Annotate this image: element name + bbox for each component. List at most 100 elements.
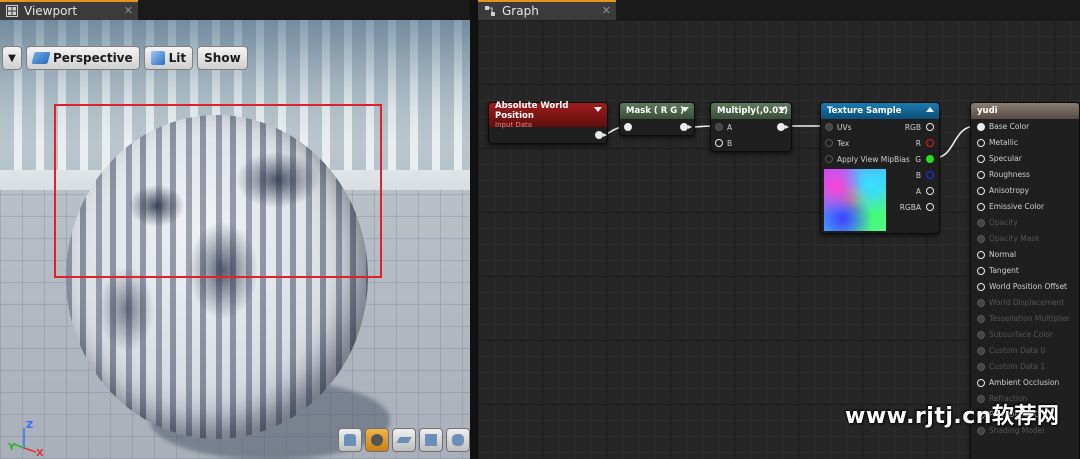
collapse-arrow-icon[interactable] xyxy=(778,107,786,112)
node-header: Texture Sample xyxy=(821,103,939,119)
node-mask[interactable]: Mask ( R G ) xyxy=(619,102,695,136)
result-input-pin[interactable] xyxy=(977,251,985,259)
result-input-pin[interactable] xyxy=(977,331,985,339)
lit-button[interactable]: Lit xyxy=(143,46,194,70)
output-pin-rgb[interactable] xyxy=(926,123,934,131)
node-title: Texture Sample xyxy=(827,106,902,116)
pin-label-rgb: RGB xyxy=(904,123,921,132)
editor-window: Viewport ✕ ▼ Perspective Lit Show Z Y X … xyxy=(0,0,1080,459)
axis-y-label: Y xyxy=(8,442,16,453)
result-input-pin[interactable] xyxy=(977,315,985,323)
result-pin-label: World Position Offset xyxy=(989,282,1067,291)
result-pin-label: Ambient Occlusion xyxy=(989,378,1060,387)
input-pin-tex[interactable] xyxy=(825,139,833,147)
cube-preview-button[interactable] xyxy=(419,428,443,452)
selection-rectangle xyxy=(54,104,382,278)
output-pin-a[interactable] xyxy=(926,187,934,195)
pin-label-uvs: UVs xyxy=(837,123,852,132)
panel-splitter[interactable] xyxy=(470,0,478,459)
result-pin-label: Base Color xyxy=(989,122,1030,131)
show-label: Show xyxy=(204,51,241,65)
result-input-pin[interactable] xyxy=(977,123,985,131)
collapse-arrow-icon[interactable] xyxy=(926,107,934,112)
result-pin-label: Normal xyxy=(989,250,1017,259)
pin-label-apply-view-mipbias: Apply View MipBias xyxy=(837,155,910,164)
lit-cube-icon xyxy=(150,51,165,65)
close-icon[interactable]: ✕ xyxy=(124,4,133,17)
cylinder-preview-button[interactable] xyxy=(338,428,362,452)
node-header: Mask ( R G ) xyxy=(620,103,694,119)
output-pin-r[interactable] xyxy=(926,139,934,147)
result-input-pin[interactable] xyxy=(977,363,985,371)
result-input-pin[interactable] xyxy=(977,203,985,211)
output-pin[interactable] xyxy=(680,123,692,131)
result-input-pin[interactable] xyxy=(977,283,985,291)
pin-label-r: R xyxy=(915,139,921,148)
result-input-pin[interactable] xyxy=(977,171,985,179)
result-pin-label: Tangent xyxy=(989,266,1019,275)
perspective-label: Perspective xyxy=(53,51,133,65)
node-header: yudi xyxy=(971,103,1079,119)
result-pin-label: Opacity xyxy=(989,218,1018,227)
input-pin-apply-view-mipbias[interactable] xyxy=(825,155,833,163)
viewport-icon xyxy=(6,5,18,17)
result-input-pin[interactable] xyxy=(977,347,985,355)
node-title: Mask ( R G ) xyxy=(626,106,685,116)
result-pin-label: Metallic xyxy=(989,138,1018,147)
result-pin-label: Anisotropy xyxy=(989,186,1030,195)
node-header: Multiply(,0.01) xyxy=(711,103,791,119)
pin-label-a: A xyxy=(727,123,733,132)
chevron-down-icon: ▼ xyxy=(8,52,16,64)
result-input-pin[interactable] xyxy=(977,219,985,227)
graph-icon xyxy=(485,6,495,16)
result-pin-label: Tessellation Multiplier xyxy=(989,314,1070,323)
sphere-preview-button[interactable] xyxy=(365,428,389,452)
viewport-canvas[interactable]: ▼ Perspective Lit Show Z Y X xyxy=(0,20,470,459)
perspective-icon xyxy=(31,52,51,64)
output-pin-rgba[interactable] xyxy=(926,203,934,211)
node-multiply[interactable]: Multiply(,0.01) A B xyxy=(710,102,792,152)
plane-icon xyxy=(396,437,412,443)
output-pin-g[interactable] xyxy=(926,155,934,163)
result-pin-label: Emissive Color xyxy=(989,202,1045,211)
texture-preview-thumbnail[interactable] xyxy=(824,169,886,231)
pin-label-g: G xyxy=(915,155,921,164)
output-pin[interactable] xyxy=(595,131,607,139)
mesh-preview-button[interactable] xyxy=(446,428,470,452)
tab-viewport[interactable]: Viewport ✕ xyxy=(0,0,138,20)
node-header: Absolute World Position Input Data xyxy=(489,101,607,129)
node-texture-sample[interactable]: Texture Sample UVs Tex Apply View MipBia… xyxy=(820,102,940,234)
result-input-pin[interactable] xyxy=(977,155,985,163)
plane-preview-button[interactable] xyxy=(392,428,416,452)
axis-z-label: Z xyxy=(26,420,34,431)
watermark-text: www.rjtj.cn软荐网 xyxy=(845,404,1060,429)
collapse-arrow-icon[interactable] xyxy=(681,107,689,112)
tab-graph[interactable]: Graph ✕ xyxy=(478,0,616,20)
perspective-button[interactable]: Perspective xyxy=(26,46,140,70)
result-pin-label: World Displacement xyxy=(989,298,1065,307)
input-pin-uvs[interactable] xyxy=(825,123,833,131)
cube-icon xyxy=(425,434,437,446)
output-pin-b[interactable] xyxy=(926,171,934,179)
node-title: yudi xyxy=(977,106,998,116)
close-icon[interactable]: ✕ xyxy=(602,4,611,17)
result-input-pin[interactable] xyxy=(977,379,985,387)
viewport-options-dropdown[interactable]: ▼ xyxy=(2,46,22,70)
input-pin-a[interactable] xyxy=(715,123,723,131)
result-input-pin[interactable] xyxy=(977,187,985,195)
input-pin-b[interactable] xyxy=(715,139,723,147)
result-input-pin[interactable] xyxy=(977,299,985,307)
output-pin[interactable] xyxy=(777,123,789,131)
axis-x-label: X xyxy=(36,448,44,459)
show-button[interactable]: Show xyxy=(197,46,248,70)
graph-tabbar: Graph ✕ xyxy=(478,0,1080,20)
collapse-arrow-icon[interactable] xyxy=(594,107,602,112)
node-absolute-world-position[interactable]: Absolute World Position Input Data xyxy=(488,101,608,144)
result-pin-label: Roughness xyxy=(989,170,1030,179)
result-pin-label: Custom Data 0 xyxy=(989,346,1046,355)
result-input-pin[interactable] xyxy=(977,139,985,147)
material-graph-canvas[interactable]: Absolute World Position Input Data Mask … xyxy=(478,20,1080,459)
result-input-pin[interactable] xyxy=(977,235,985,243)
result-input-pin[interactable] xyxy=(977,267,985,275)
input-pin[interactable] xyxy=(624,123,632,131)
